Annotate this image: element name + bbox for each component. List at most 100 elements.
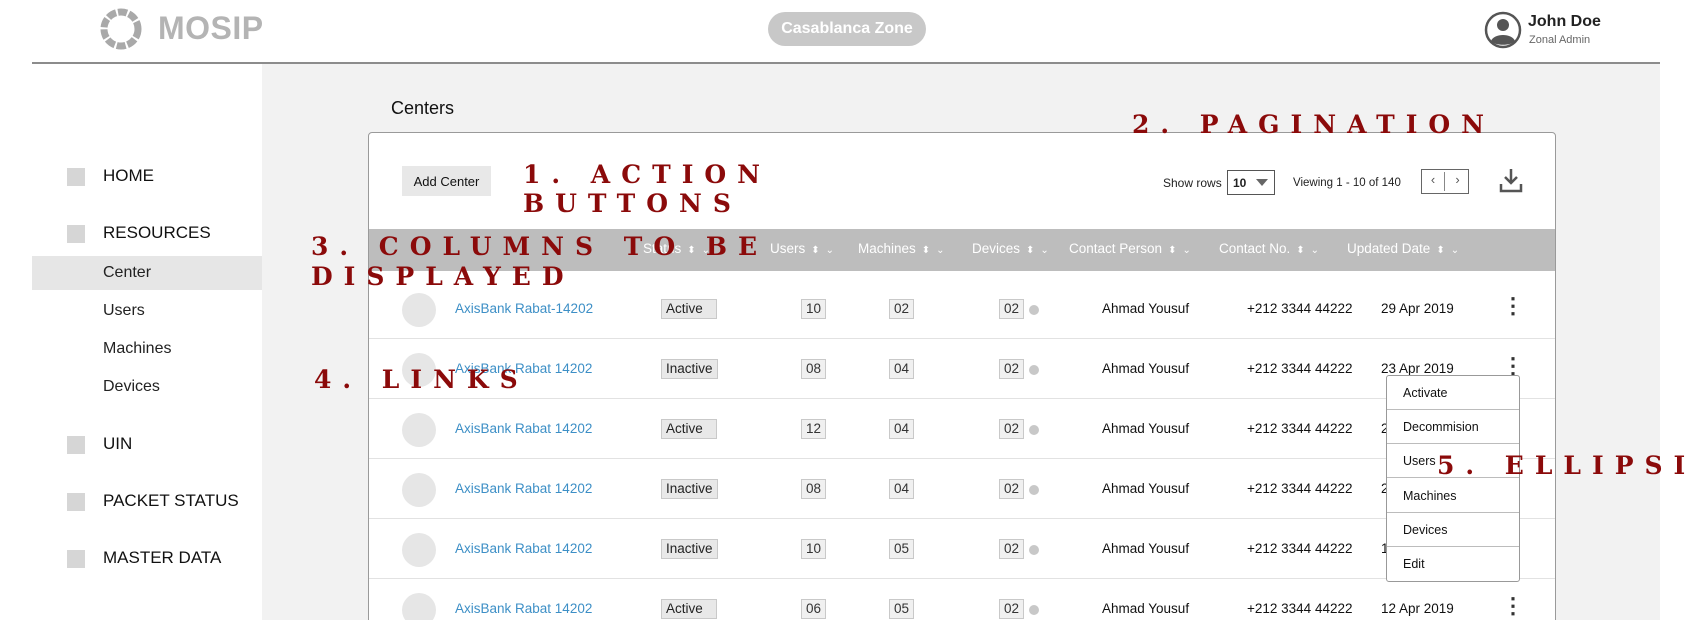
- column-header-contact-person[interactable]: Contact Person ⬍⌄: [1069, 241, 1197, 256]
- column-header-contact-no[interactable]: Contact No. ⬍⌄: [1219, 241, 1325, 256]
- center-name-link[interactable]: AxisBank Rabat 14202: [455, 601, 592, 616]
- sort-icon: ⬍⌄: [811, 245, 841, 256]
- sidebar-subitem-machines[interactable]: Machines: [32, 332, 262, 366]
- menu-item-activate[interactable]: Activate: [1387, 376, 1519, 410]
- page-title: Centers: [391, 98, 455, 118]
- center-avatar: [402, 593, 436, 620]
- table-row: AxisBank Rabat 14202 Active 06 05 02 Ahm…: [369, 579, 1555, 620]
- updated-date: 12 Apr 2019: [1381, 601, 1454, 616]
- column-header-machines[interactable]: Machines ⬍⌄: [858, 241, 951, 256]
- table-row: AxisBank Rabat 14202 Inactive 08 04 02 A…: [369, 339, 1555, 399]
- sidebar-subitem-users[interactable]: Users: [32, 294, 262, 328]
- sidebar-subitem-label: Devices: [103, 378, 160, 395]
- center-avatar: [402, 293, 436, 327]
- annotation-links: 4. LINKS: [314, 365, 529, 394]
- annotation-columns-line2: DISPLAYED: [311, 262, 575, 291]
- center-name-link[interactable]: AxisBank Rabat 14202: [455, 481, 592, 496]
- center-name-link[interactable]: AxisBank Rabat 14202: [455, 541, 592, 556]
- menu-item-machines[interactable]: Machines: [1387, 479, 1519, 513]
- annotation-pagination: 2. PAGINATION: [1132, 110, 1496, 139]
- users-count: 06: [801, 599, 827, 619]
- rows-per-page-select[interactable]: 10: [1227, 170, 1275, 195]
- sidebar-item-label: MASTER DATA: [103, 548, 222, 567]
- resources-icon: [67, 225, 85, 243]
- center-name-link[interactable]: AxisBank Rabat-14202: [455, 301, 593, 316]
- info-icon[interactable]: [1029, 485, 1039, 495]
- contact-number: +212 3344 44222: [1247, 601, 1353, 616]
- status-badge: Active: [661, 299, 717, 319]
- download-icon[interactable]: [1499, 167, 1523, 193]
- center-avatar: [402, 473, 436, 507]
- info-icon[interactable]: [1029, 545, 1039, 555]
- machines-count: 04: [889, 479, 915, 499]
- add-center-button[interactable]: Add Center: [402, 166, 491, 196]
- contact-person: Ahmad Yousuf: [1102, 541, 1190, 556]
- app-logo-text: MOSIP: [158, 10, 264, 46]
- updated-date: 29 Apr 2019: [1381, 301, 1454, 316]
- users-count: 08: [801, 359, 827, 379]
- annotation-action-buttons-line1: 1. ACTION: [523, 160, 772, 189]
- table-row: AxisBank Rabat 14202 Inactive 08 04 02 A…: [369, 459, 1555, 519]
- users-count: 12: [801, 419, 827, 439]
- info-icon[interactable]: [1029, 605, 1039, 615]
- show-rows-label: Show rows: [1163, 176, 1222, 190]
- contact-person: Ahmad Yousuf: [1102, 481, 1190, 496]
- menu-item-edit[interactable]: Edit: [1387, 547, 1519, 581]
- machines-count: 05: [889, 539, 915, 559]
- center-avatar: [402, 533, 436, 567]
- devices-count: 02: [999, 419, 1025, 439]
- sidebar-item-label: HOME: [103, 166, 154, 185]
- caret-down-icon: [1256, 179, 1268, 186]
- user-role: Zonal Admin: [1529, 34, 1591, 46]
- machines-count: 02: [889, 299, 915, 319]
- user-name[interactable]: John Doe: [1528, 13, 1601, 31]
- machines-count: 04: [889, 359, 915, 379]
- ellipsis-menu-icon[interactable]: ⋮: [1502, 595, 1524, 619]
- zone-selector[interactable]: Casablanca Zone: [768, 12, 926, 46]
- sidebar-subitem-center[interactable]: Center: [32, 256, 262, 290]
- contact-person: Ahmad Yousuf: [1102, 301, 1190, 316]
- center-name-link[interactable]: AxisBank Rabat 14202: [455, 421, 592, 436]
- chevron-right-icon[interactable]: ›: [1446, 172, 1469, 191]
- ellipsis-menu-icon[interactable]: ⋮: [1502, 295, 1524, 319]
- menu-item-devices[interactable]: Devices: [1387, 513, 1519, 547]
- status-badge: Inactive: [661, 539, 718, 559]
- users-count: 10: [801, 539, 827, 559]
- devices-count: 02: [999, 299, 1025, 319]
- contact-number: +212 3344 44222: [1247, 421, 1353, 436]
- sort-icon: ⬍⌄: [1296, 245, 1326, 256]
- column-header-updated-date[interactable]: Updated Date ⬍⌄: [1347, 241, 1465, 256]
- users-count: 10: [801, 299, 827, 319]
- chevron-left-icon[interactable]: ‹: [1422, 172, 1445, 191]
- sidebar: HOME RESOURCES Center Users Machines Dev…: [32, 64, 262, 620]
- sidebar-subitem-devices[interactable]: Devices: [32, 370, 262, 404]
- annotation-action-buttons-line2: BUTTONS: [523, 189, 742, 218]
- updated-date: 23 Apr 2019: [1381, 361, 1454, 376]
- sidebar-subitem-label: Center: [103, 264, 152, 281]
- column-header-devices[interactable]: Devices ⬍⌄: [972, 241, 1055, 256]
- contact-number: +212 3344 44222: [1247, 541, 1353, 556]
- sort-icon: ⬍⌄: [921, 245, 951, 256]
- pagination-controls: ‹ ›: [1421, 169, 1469, 194]
- column-header-users[interactable]: Users ⬍⌄: [770, 241, 840, 256]
- rows-per-page-value: 10: [1233, 176, 1247, 190]
- devices-count: 02: [999, 539, 1025, 559]
- contact-number: +212 3344 44222: [1247, 301, 1353, 316]
- sidebar-item-label: UIN: [103, 434, 133, 453]
- user-avatar-icon[interactable]: [1484, 11, 1522, 49]
- info-icon[interactable]: [1029, 305, 1039, 315]
- master-data-icon: [67, 550, 85, 568]
- menu-item-decommission[interactable]: Decommision: [1387, 410, 1519, 444]
- info-icon[interactable]: [1029, 425, 1039, 435]
- devices-count: 02: [999, 359, 1025, 379]
- sort-icon: ⬍⌄: [1436, 245, 1466, 256]
- machines-count: 04: [889, 419, 915, 439]
- packet-status-icon: [67, 493, 85, 511]
- devices-count: 02: [999, 599, 1025, 619]
- sidebar-subitem-label: Machines: [103, 340, 172, 357]
- pagination-summary: Viewing 1 - 10 of 140: [1293, 177, 1401, 189]
- annotation-ellipsis: 5. ELLIPSIS: [1437, 451, 1693, 480]
- contact-person: Ahmad Yousuf: [1102, 421, 1190, 436]
- info-icon[interactable]: [1029, 365, 1039, 375]
- status-badge: Inactive: [661, 479, 718, 499]
